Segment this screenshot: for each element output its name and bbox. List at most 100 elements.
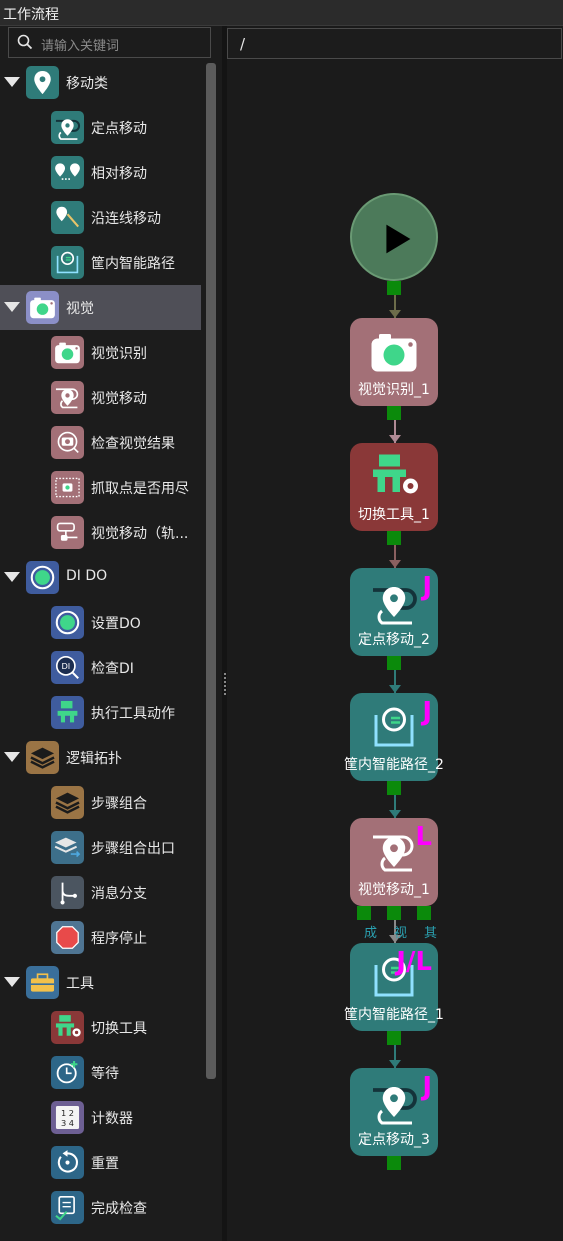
start-output-port[interactable] — [387, 281, 401, 295]
sidebar-category-5[interactable]: 视觉 — [0, 285, 201, 330]
counter-icon: 1 23 4 — [51, 1101, 84, 1134]
sidebar-item-22[interactable]: 等待 — [0, 1050, 200, 1095]
sidebar-item-16[interactable]: 步骤组合 — [0, 780, 200, 825]
sidebar-category-0[interactable]: 移动类 — [0, 60, 200, 105]
breadcrumb-path: / — [240, 35, 246, 53]
sidebar-item-2[interactable]: 相对移动 — [0, 150, 200, 195]
flow-node[interactable]: 视觉识别_1 — [350, 318, 438, 406]
sidebar-item-label: DI DO — [66, 568, 108, 584]
sidebar-item-3[interactable]: 沿连线移动 — [0, 195, 200, 240]
sidebar-item-label: 视觉移动 — [91, 391, 147, 407]
motion-type-tag: J — [422, 572, 432, 602]
switch-tool-icon — [364, 447, 424, 511]
chevron-down-icon[interactable] — [4, 752, 20, 762]
sidebar-item-label: 检查DI — [91, 661, 134, 677]
sidebar-item-label: 重置 — [91, 1156, 119, 1172]
sidebar-item-7[interactable]: 视觉移动 — [0, 375, 200, 420]
pin-route-icon — [51, 111, 84, 144]
sidebar-item-14[interactable]: 执行工具动作 — [0, 690, 200, 735]
sidebar-item-label: 逻辑拓扑 — [66, 751, 122, 767]
motion-type-tag: J/L — [396, 947, 432, 977]
clock-icon — [51, 1056, 84, 1089]
sidebar-item-label: 程序停止 — [91, 931, 147, 947]
sidebar-item-8[interactable]: 检查视觉结果 — [0, 420, 200, 465]
layers-exit-icon — [51, 831, 84, 864]
sidebar-item-13[interactable]: DI 检查DI — [0, 645, 200, 690]
sidebar-item-label: 步骤组合 — [91, 796, 147, 812]
flow-node[interactable]: 定点移动_3 J — [350, 1068, 438, 1156]
reset-icon — [51, 1146, 84, 1179]
sidebar-category-11[interactable]: DI DO — [0, 555, 200, 600]
sidebar-item-17[interactable]: 步骤组合出口 — [0, 825, 200, 870]
sidebar-scrollbar[interactable] — [206, 63, 216, 1079]
connection-arrow — [389, 435, 401, 443]
flow-node[interactable]: 筐内智能路径_1 J/L — [344, 943, 444, 1031]
breadcrumb[interactable]: / — [227, 28, 562, 59]
chevron-down-icon[interactable] — [4, 977, 20, 987]
sidebar-category-15[interactable]: 逻辑拓扑 — [0, 735, 200, 780]
sidebar-item-21[interactable]: 切换工具 — [0, 1005, 200, 1050]
io-icon — [26, 561, 59, 594]
svg-text:DI: DI — [61, 661, 70, 671]
output-port[interactable] — [387, 531, 401, 545]
camera-icon — [26, 291, 59, 324]
flow-node-label: 视觉识别_1 — [358, 382, 430, 398]
output-port-vision[interactable] — [387, 906, 401, 920]
vision-move-icon — [51, 381, 84, 414]
sidebar-category-20[interactable]: 工具 — [0, 960, 200, 1005]
sidebar-item-label: 计数器 — [91, 1111, 133, 1127]
connection-arrow — [389, 810, 401, 818]
check-di-icon: DI — [51, 651, 84, 684]
sidebar-item-10[interactable]: 视觉移动（轨... — [0, 510, 200, 555]
motion-type-tag: L — [415, 822, 432, 852]
output-port[interactable] — [387, 781, 401, 795]
sidebar-item-12[interactable]: 设置DO — [0, 600, 200, 645]
output-port[interactable] — [387, 656, 401, 670]
sidebar-item-label: 设置DO — [91, 616, 141, 632]
check-vision-icon — [51, 426, 84, 459]
output-port-success[interactable] — [357, 906, 371, 920]
window-title: 工作流程 — [3, 7, 59, 23]
flow-canvas[interactable]: 视觉识别_1 切换工具_1 定点移动_2 J 筐内智能路径_2 J 视觉移动_1 L 成视其筐内… — [227, 60, 563, 1241]
connection-arrow — [389, 1060, 401, 1068]
splitter-grip[interactable] — [224, 673, 226, 695]
search-input[interactable]: 请输入关键词 — [8, 27, 211, 58]
output-port[interactable] — [387, 1031, 401, 1045]
sidebar-item-23[interactable]: 1 23 4 计数器 — [0, 1095, 200, 1140]
start-node[interactable] — [350, 193, 438, 281]
smart-path-icon — [364, 697, 424, 761]
line-move-icon — [51, 201, 84, 234]
output-port-label: 其 — [424, 926, 438, 941]
smart-path-icon — [51, 246, 84, 279]
sidebar-item-6[interactable]: 视觉识别 — [0, 330, 200, 375]
flow-node[interactable]: 切换工具_1 — [350, 443, 438, 531]
sidebar-item-label: 沿连线移动 — [91, 211, 161, 227]
sidebar-item-9[interactable]: 抓取点是否用尽 — [0, 465, 200, 510]
connection-arrow — [389, 560, 401, 568]
flow-node[interactable]: 筐内智能路径_2 J — [344, 693, 444, 781]
sidebar-item-25[interactable]: 完成检查 — [0, 1185, 200, 1230]
sidebar-item-label: 视觉 — [66, 301, 94, 317]
sidebar-item-label: 视觉识别 — [91, 346, 147, 362]
sidebar-item-label: 切换工具 — [91, 1021, 147, 1037]
output-port[interactable] — [387, 406, 401, 420]
location-pin-icon — [26, 66, 59, 99]
camera-icon — [51, 336, 84, 369]
sidebar-item-label: 完成检查 — [91, 1201, 147, 1217]
pick-point-icon — [51, 471, 84, 504]
output-port[interactable] — [387, 1156, 401, 1170]
sidebar-item-18[interactable]: 消息分支 — [0, 870, 200, 915]
sidebar-item-19[interactable]: 程序停止 — [0, 915, 200, 960]
chevron-down-icon[interactable] — [4, 302, 20, 312]
sidebar-item-24[interactable]: 重置 — [0, 1140, 200, 1185]
chevron-down-icon[interactable] — [4, 572, 20, 582]
sidebar-item-label: 抓取点是否用尽 — [91, 481, 189, 497]
sidebar-item-1[interactable]: 定点移动 — [0, 105, 200, 150]
sidebar-item-label: 工具 — [66, 976, 94, 992]
connection-arrow — [389, 685, 401, 693]
chevron-down-icon[interactable] — [4, 77, 20, 87]
flow-node[interactable]: 视觉移动_1 L — [350, 818, 438, 906]
sidebar-item-4[interactable]: 筐内智能路径 — [0, 240, 200, 285]
flow-node[interactable]: 定点移动_2 J — [350, 568, 438, 656]
output-port-other[interactable] — [417, 906, 431, 920]
